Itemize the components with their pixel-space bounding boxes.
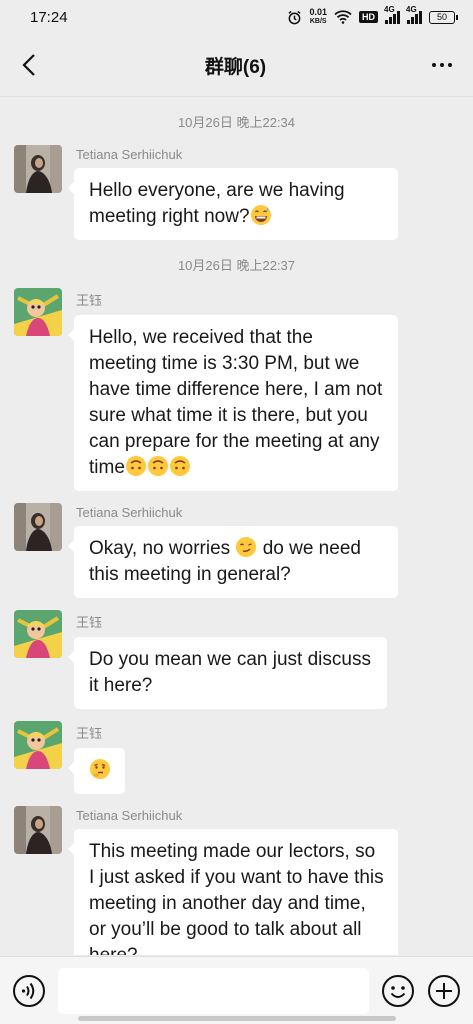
network-speed: 0.01 KB/S (309, 8, 327, 26)
avatar[interactable] (14, 610, 62, 658)
upside-down-face-emoji-icon (125, 456, 146, 476)
message-item: 王钰 Hello, we received that the meeting t… (0, 288, 473, 491)
message-item: Tetiana Serhiichuk Hello everyone, are w… (0, 145, 473, 240)
message-text: Hello everyone, are we having meeting ri… (89, 180, 345, 227)
battery-icon: 50 (429, 10, 458, 24)
message-bubble[interactable]: Okay, no worries do we need this meeting… (68, 526, 398, 598)
grinning-sweat-emoji-icon (250, 205, 271, 225)
home-indicator (78, 1016, 396, 1021)
speed-unit: KB/S (309, 18, 327, 25)
voice-icon[interactable] (12, 974, 46, 1008)
message-text: This meeting made our lectors, so I just… (89, 841, 384, 955)
alarm-icon (288, 10, 302, 24)
chat-title: 群聊(6) (204, 56, 267, 78)
message-text: Do you mean we can just discuss it here? (89, 649, 371, 696)
signal-icon-2: 4G (406, 5, 422, 24)
message-bubble[interactable]: Do you mean we can just discuss it here? (68, 637, 387, 709)
smirk-emoji-icon (236, 537, 257, 557)
nav-bar: 群聊(6) (0, 34, 473, 97)
sender-name: Tetiana Serhiichuk (76, 808, 183, 823)
sig1-label: 4G (384, 4, 395, 14)
avatar[interactable] (14, 145, 62, 193)
message-item: Tetiana Serhiichuk This meeting made our… (0, 806, 473, 955)
status-time: 17:24 (30, 8, 68, 26)
sig2-label: 4G (406, 4, 417, 14)
thinking-face-emoji-icon (90, 759, 110, 779)
message-input[interactable] (58, 967, 369, 1014)
wifi-icon (334, 10, 352, 24)
message-item: 王钰 Do you mean we can just discuss it he… (0, 610, 473, 709)
battery-level: 50 (436, 11, 447, 22)
message-bubble[interactable]: Hello, we received that the meeting time… (68, 315, 398, 491)
message-bubble[interactable]: This meeting made our lectors, so I just… (68, 829, 398, 955)
sender-name: 王钰 (76, 293, 103, 308)
signal-icon-1: 4G (384, 5, 400, 24)
message-timestamp: 10月26日 晚上22:37 (177, 258, 296, 273)
upside-down-face-emoji-icon (169, 456, 190, 476)
sender-name: Tetiana Serhiichuk (76, 147, 183, 162)
sender-name: 王钰 (76, 726, 103, 741)
message-item: Tetiana Serhiichuk Okay, no worries do w… (0, 503, 473, 598)
hd-badge: HD (359, 11, 378, 23)
upside-down-face-emoji-icon (147, 456, 168, 476)
plus-circle-icon[interactable] (427, 974, 461, 1008)
more-dots-icon[interactable] (427, 50, 457, 80)
message-bubble[interactable] (68, 748, 125, 794)
chat-area[interactable]: 10月26日 晚上22:34 Tetiana Serhiichuk Hello … (0, 97, 473, 955)
avatar[interactable] (14, 503, 62, 551)
speed-value: 0.01 (309, 7, 327, 17)
avatar[interactable] (14, 806, 62, 854)
status-icons: 0.01 KB/S HD 4G 4G 50 (287, 5, 458, 26)
message-bubble[interactable]: Hello everyone, are we having meeting ri… (68, 168, 398, 240)
input-bar (0, 956, 473, 1024)
sender-name: Tetiana Serhiichuk (76, 505, 183, 520)
avatar[interactable] (14, 288, 62, 336)
avatar[interactable] (14, 721, 62, 769)
message-text: Okay, no worries (89, 538, 231, 559)
chevron-left-icon[interactable] (14, 50, 44, 80)
sender-name: 王钰 (76, 615, 103, 630)
message-timestamp: 10月26日 晚上22:34 (177, 115, 296, 130)
smiley-icon[interactable] (381, 974, 415, 1008)
message-item: 王钰 (0, 721, 473, 794)
status-bar: 17:24 0.01 KB/S HD 4G 4G 50 (0, 0, 473, 34)
